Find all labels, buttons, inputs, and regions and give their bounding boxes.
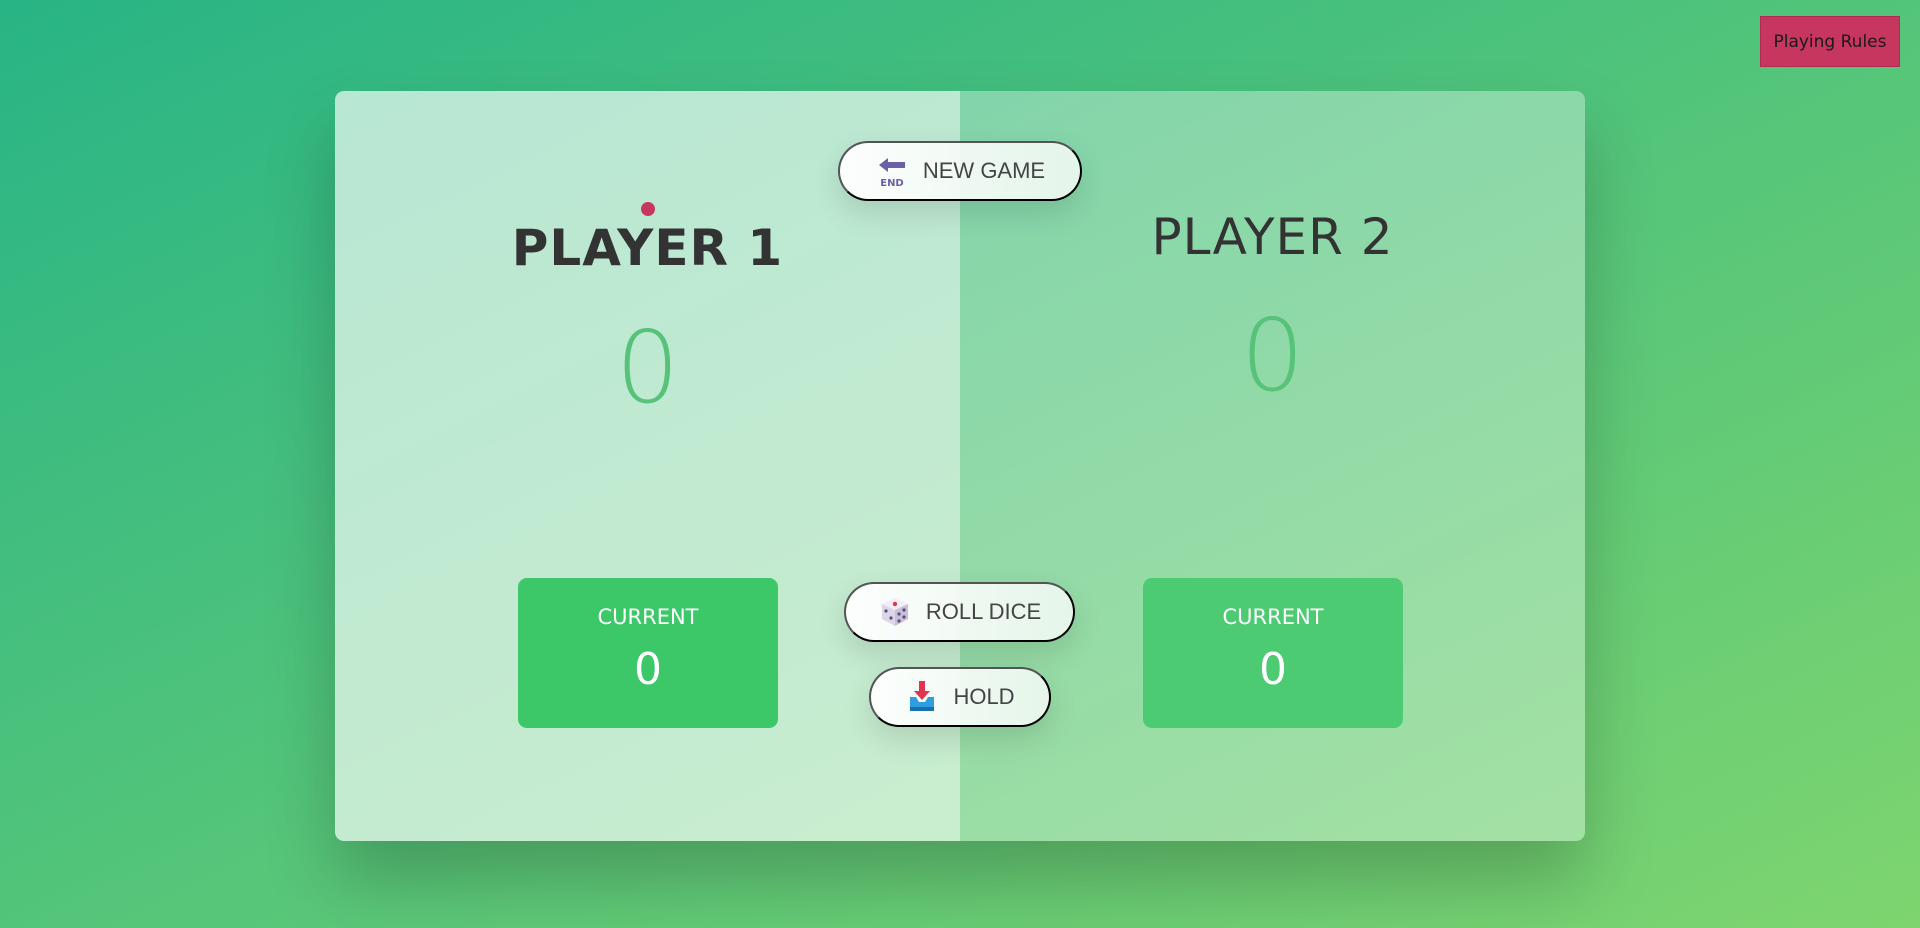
playing-rules-button[interactable]: Playing Rules: [1760, 16, 1900, 67]
hold-label: HOLD: [953, 684, 1015, 709]
player-1-current-score: 0: [634, 644, 662, 695]
player-2-current-label: CURRENT: [1222, 605, 1324, 629]
end-arrow-icon: END: [875, 153, 909, 189]
new-game-label: NEW GAME: [922, 158, 1046, 183]
roll-dice-label: ROLL DICE: [925, 599, 1042, 624]
player-2-panel: PLAYER 2 0 CURRENT 0: [960, 91, 1585, 841]
game-board: PLAYER 1 0 CURRENT 0 PLAYER 2 0 CURRENT …: [335, 91, 1585, 841]
player-2-current-score: 0: [1259, 644, 1287, 695]
player-1-current-box: CURRENT 0: [518, 578, 778, 728]
player-2-name: PLAYER 2: [1151, 208, 1394, 266]
player-2-score: 0: [1240, 297, 1305, 414]
player-2-current-box: CURRENT 0: [1143, 578, 1403, 728]
player-1-panel: PLAYER 1 0 CURRENT 0: [335, 91, 960, 841]
roll-dice-button[interactable]: ROLL DICE: [844, 582, 1075, 642]
player-1-score: 0: [615, 309, 680, 426]
inbox-tray-icon: [905, 679, 939, 715]
active-player-indicator: [641, 202, 655, 216]
new-game-button[interactable]: END NEW GAME: [838, 141, 1082, 201]
player-1-current-label: CURRENT: [597, 605, 699, 629]
svg-text:END: END: [880, 178, 904, 189]
dice-icon: [878, 594, 912, 630]
hold-button[interactable]: HOLD: [869, 667, 1051, 727]
player-1-name: PLAYER 1: [511, 219, 784, 277]
